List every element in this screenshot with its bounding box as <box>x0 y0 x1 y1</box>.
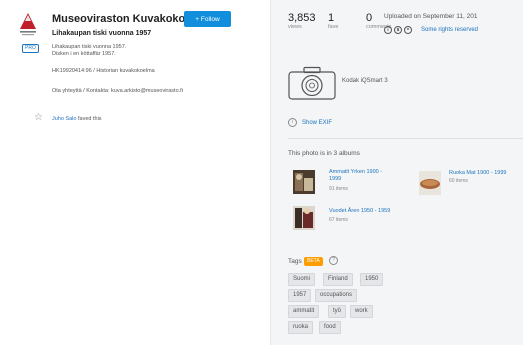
tag-chip[interactable]: ruoka <box>288 321 314 334</box>
tag-chip[interactable]: 1950 <box>360 273 384 286</box>
faves-label: fave <box>328 24 339 30</box>
photo-title: Lihakaupan tiski vuonna 1957 <box>52 30 152 37</box>
albums-heading: This photo is in 3 albums <box>288 150 360 157</box>
pro-badge: PRO <box>22 44 39 53</box>
tag-chip[interactable]: food <box>319 321 341 334</box>
album-count: 60 items <box>449 178 468 184</box>
museovirasto-logo[interactable] <box>17 12 39 38</box>
tags-label: Tags <box>288 258 302 265</box>
album-title-line[interactable]: Ruoka Mat 1900 - 1999 <box>449 170 506 177</box>
album-thumbnail-vuodet[interactable] <box>293 206 315 230</box>
tag-chip[interactable]: ammatit <box>288 305 320 318</box>
album-thumbnail-ammatit[interactable] <box>293 170 315 194</box>
camera-name-link[interactable]: Kodak iQSmart 3 <box>342 78 388 84</box>
section-divider <box>288 138 523 139</box>
show-exif-link[interactable]: Show EXIF <box>302 120 332 126</box>
faved-by-text: faved this <box>78 116 102 122</box>
album-count: 67 items <box>329 217 348 223</box>
views-count: 3,853 <box>288 12 316 24</box>
cc-nd-icon: = <box>404 26 412 34</box>
album-count: 91 items <box>329 186 348 192</box>
album-thumbnail-ruoka[interactable] <box>419 171 441 195</box>
photo-owner-panel: PRO Museoviraston Kuvakoko... + Follow L… <box>0 0 270 345</box>
description-line: Disken i en köttaffär 1957. <box>52 51 116 57</box>
views-label: views <box>288 24 302 30</box>
tag-chip[interactable]: occupations <box>315 289 358 302</box>
faved-by-line: Juho Salo faved this <box>52 116 102 122</box>
owner-name-link[interactable]: Museoviraston Kuvakoko... <box>52 13 194 25</box>
description-line: Lihakaupan tiski vuonna 1957. <box>52 44 127 50</box>
tag-chip[interactable]: 1957 <box>288 289 312 302</box>
tag-chip[interactable]: työ <box>328 305 347 318</box>
cc-nc-icon: $ <box>394 26 402 34</box>
faved-by-user-link[interactable]: Juho Salo <box>52 116 76 122</box>
cc-by-icon: i <box>384 26 392 34</box>
comments-count: 0 <box>366 12 373 24</box>
info-icon: i <box>288 118 297 127</box>
camera-icon[interactable] <box>288 66 336 100</box>
tag-chip[interactable]: Suomi <box>288 273 316 286</box>
description-line: Ota yhteyttä / Kontakta: kuva.arkisto@mu… <box>52 88 183 94</box>
tag-chip[interactable]: work <box>350 305 373 318</box>
album-title-line[interactable]: 1999 <box>329 176 341 183</box>
follow-button[interactable]: + Follow <box>184 11 231 27</box>
rights-link[interactable]: Some rights reserved <box>421 27 478 33</box>
upload-date: Uploaded on September 11, 201 <box>384 13 478 20</box>
album-title-line[interactable]: Ammatit Yrken 1900 - <box>329 169 382 176</box>
help-icon[interactable]: ? <box>329 256 338 265</box>
album-title-line[interactable]: Vuodet Åren 1950 - 1959 <box>329 208 390 215</box>
description-line: HK19920414:96 / Historian kuvakokoelma <box>52 68 155 74</box>
license-icons[interactable]: i $ = <box>384 26 412 34</box>
beta-badge: BETA <box>304 257 323 266</box>
faves-count: 1 <box>328 12 335 24</box>
tag-chip[interactable]: Finland <box>323 273 353 286</box>
star-icon[interactable]: ☆ <box>34 113 43 123</box>
photo-meta-panel: 3,853 views 1 fave 0 comments Uploaded o… <box>271 0 523 345</box>
